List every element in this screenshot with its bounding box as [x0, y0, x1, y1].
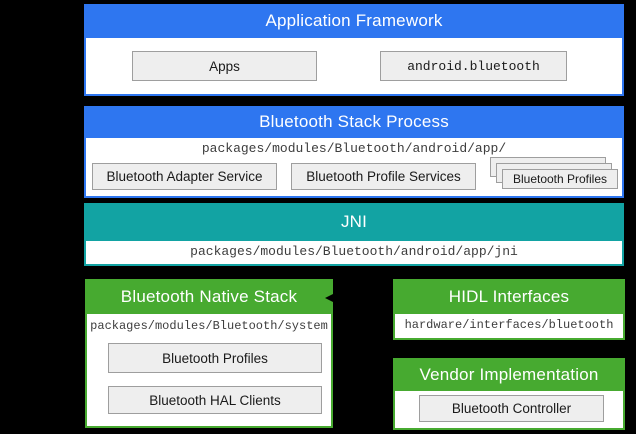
native-bluetooth-profiles-label: Bluetooth Profiles: [162, 351, 268, 366]
jni-body: packages/modules/Bluetooth/android/app/j…: [84, 241, 624, 266]
apps-label: Apps: [209, 59, 240, 74]
bidirectional-arrow-icon: [324, 291, 404, 305]
section-bluetooth-native-stack: Bluetooth Native Stack packages/modules/…: [85, 279, 333, 428]
bluetooth-controller-label: Bluetooth Controller: [452, 401, 571, 416]
apps-box: Apps: [132, 51, 317, 81]
bluetooth-profiles-stack-box: Bluetooth Profiles: [502, 169, 618, 189]
bluetooth-adapter-service-label: Bluetooth Adapter Service: [106, 169, 262, 184]
hidl-interfaces-title: HIDL Interfaces: [449, 287, 569, 307]
section-jni: JNI packages/modules/Bluetooth/android/a…: [84, 203, 624, 266]
hidl-interfaces-header: HIDL Interfaces: [393, 279, 625, 314]
bluetooth-adapter-service-box: Bluetooth Adapter Service: [92, 163, 277, 190]
section-bluetooth-stack-process: Bluetooth Stack Process packages/modules…: [84, 106, 624, 198]
bluetooth-profiles-stack-label: Bluetooth Profiles: [513, 172, 607, 186]
jni-path-label: packages/modules/Bluetooth/android/app/j…: [86, 244, 622, 259]
stack-process-path-label: packages/modules/Bluetooth/android/app/: [86, 141, 622, 156]
hidl-path-label: hardware/interfaces/bluetooth: [395, 318, 623, 332]
android-bluetooth-label: android.bluetooth: [407, 59, 540, 74]
bluetooth-controller-box: Bluetooth Controller: [419, 395, 604, 422]
vendor-implementation-body: Bluetooth Controller: [393, 391, 625, 430]
section-vendor-implementation: Vendor Implementation Bluetooth Controll…: [393, 358, 625, 430]
application-framework-title: Application Framework: [265, 11, 442, 31]
bluetooth-profile-services-label: Bluetooth Profile Services: [306, 169, 461, 184]
bluetooth-hal-clients-box: Bluetooth HAL Clients: [108, 386, 322, 414]
section-application-framework: Application Framework Apps android.bluet…: [84, 4, 624, 96]
bluetooth-stack-process-title: Bluetooth Stack Process: [259, 112, 449, 132]
application-framework-body: Apps android.bluetooth: [84, 38, 624, 96]
vendor-implementation-header: Vendor Implementation: [393, 358, 625, 391]
bluetooth-native-stack-title: Bluetooth Native Stack: [121, 287, 297, 307]
jni-header: JNI: [84, 203, 624, 241]
android-bluetooth-box: android.bluetooth: [380, 51, 567, 81]
native-bluetooth-profiles-box: Bluetooth Profiles: [108, 343, 322, 373]
section-hidl-interfaces: HIDL Interfaces hardware/interfaces/blue…: [393, 279, 625, 340]
native-stack-path-label: packages/modules/Bluetooth/system: [87, 319, 331, 333]
android-bluetooth-architecture-diagram: Application Framework Apps android.bluet…: [0, 0, 636, 434]
bluetooth-native-stack-body: packages/modules/Bluetooth/system Blueto…: [85, 314, 333, 428]
bluetooth-stack-process-header: Bluetooth Stack Process: [84, 106, 624, 138]
bluetooth-native-stack-header: Bluetooth Native Stack: [85, 279, 333, 314]
bluetooth-stack-process-body: packages/modules/Bluetooth/android/app/ …: [84, 138, 624, 198]
hidl-interfaces-body: hardware/interfaces/bluetooth: [393, 314, 625, 340]
bluetooth-profile-services-box: Bluetooth Profile Services: [291, 163, 476, 190]
jni-title: JNI: [341, 212, 367, 232]
vendor-implementation-title: Vendor Implementation: [419, 365, 598, 385]
bluetooth-hal-clients-label: Bluetooth HAL Clients: [149, 393, 281, 408]
application-framework-header: Application Framework: [84, 4, 624, 38]
